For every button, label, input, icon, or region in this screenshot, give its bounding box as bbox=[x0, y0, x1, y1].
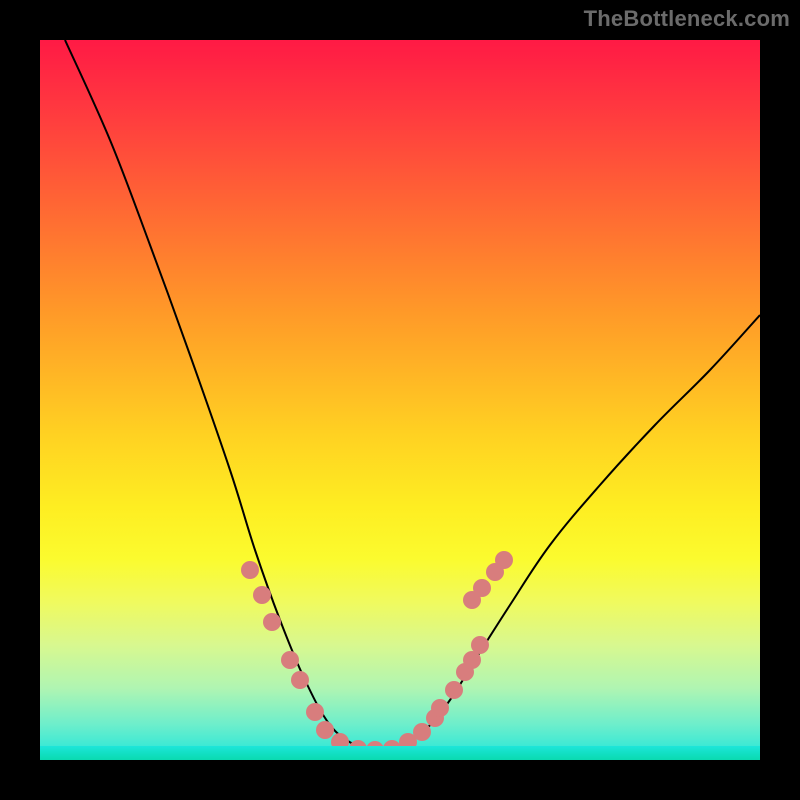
data-dot bbox=[253, 586, 271, 604]
data-dot bbox=[316, 721, 334, 739]
data-dot bbox=[263, 613, 281, 631]
data-dot bbox=[241, 561, 259, 579]
data-dot bbox=[306, 703, 324, 721]
data-dot bbox=[413, 723, 431, 741]
watermark-label: TheBottleneck.com bbox=[584, 6, 790, 32]
chart-canvas: TheBottleneck.com bbox=[0, 0, 800, 800]
data-dot bbox=[291, 671, 309, 689]
curve-right-arm bbox=[375, 315, 760, 750]
gradient-bottom-strip bbox=[40, 746, 760, 760]
data-dot bbox=[495, 551, 513, 569]
data-dots bbox=[241, 551, 513, 759]
data-dot bbox=[445, 681, 463, 699]
plot-area bbox=[40, 40, 760, 760]
data-dot bbox=[431, 699, 449, 717]
curve-left-arm bbox=[65, 40, 375, 750]
data-dot bbox=[473, 579, 491, 597]
chart-svg bbox=[40, 40, 760, 760]
data-dot bbox=[471, 636, 489, 654]
data-dot bbox=[281, 651, 299, 669]
